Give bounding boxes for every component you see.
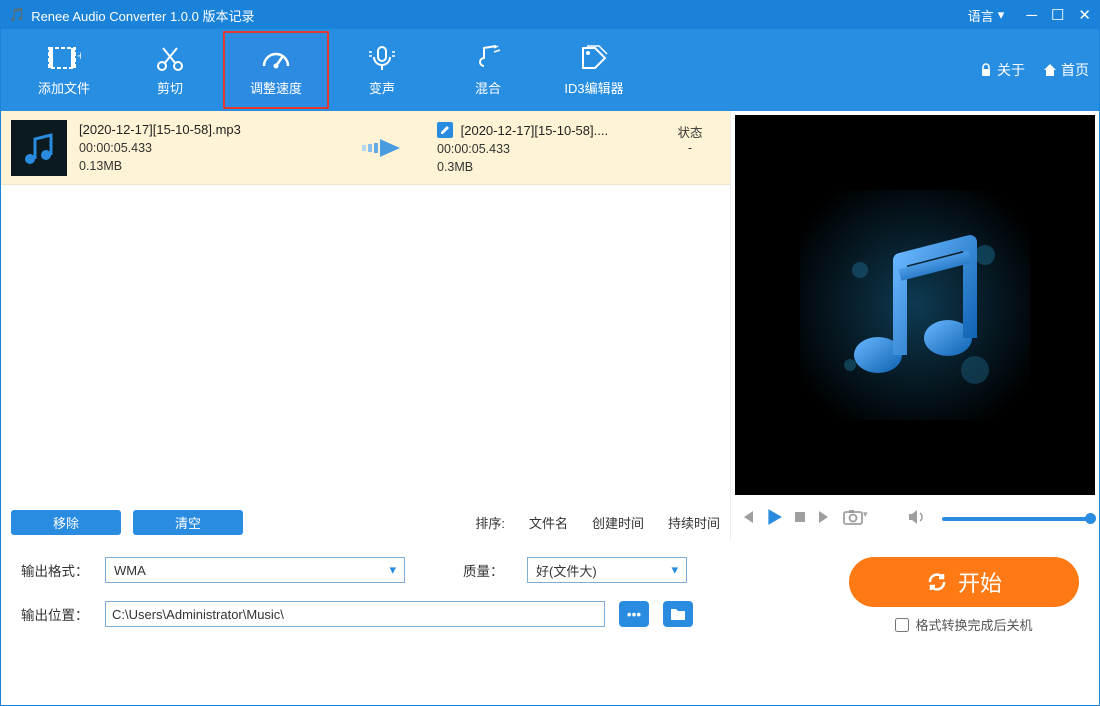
sort-by-duration[interactable]: 持续时间 [668,513,720,532]
output-format-combo[interactable]: WMA ▾ [105,557,405,583]
stop-button[interactable] [793,510,807,529]
tags-icon [579,44,609,72]
remove-button[interactable]: 移除 [11,510,121,535]
microphone-icon [367,44,397,72]
preview-artwork-icon [800,190,1030,420]
refresh-icon [926,571,948,593]
file-list: [2020-12-17][15-10-58].mp3 00:00:05.433 … [1,111,731,541]
quality-combo[interactable]: 好(文件大) ▾ [527,557,687,583]
clear-button[interactable]: 清空 [133,510,243,535]
output-format-value: WMA [114,563,146,578]
output-settings: 输出格式： WMA ▾ 质量： 好(文件大) ▾ 输出位置： C:\Users\… [1,541,1099,644]
shutdown-checkbox[interactable]: 格式转换完成后关机 [895,615,1032,634]
output-location-label: 输出位置： [21,604,91,624]
toolbar-add-file[interactable]: +▾ 添加文件 [11,31,117,109]
toolbar-voice-label: 变声 [369,78,395,97]
sort-label: 排序: [475,513,505,532]
start-button[interactable]: 开始 [849,557,1079,607]
language-selector[interactable]: 语言 ▾ [968,6,1005,25]
toolbar-cut-label: 剪切 [157,78,183,97]
toolbar-voice[interactable]: 变声 [329,31,435,109]
language-label: 语言 [968,6,994,25]
content-area: [2020-12-17][15-10-58].mp3 00:00:05.433 … [1,111,1099,541]
toolbar-speed[interactable]: 调整速度 [223,31,329,109]
source-duration: 00:00:05.433 [79,141,339,155]
maximize-button[interactable]: ☐ [1051,6,1064,24]
quality-value: 好(文件大) [536,561,597,580]
home-link[interactable]: 首页 [1043,60,1089,80]
toolbar-id3[interactable]: ID3编辑器 [541,31,647,109]
chevron-down-icon: ▾ [998,7,1005,23]
app-title: Renee Audio Converter 1.0.0 版本记录 [31,6,254,25]
output-location-value: C:\Users\Administrator\Music\ [112,607,284,622]
dest-size: 0.3MB [437,160,660,174]
shutdown-label: 格式转换完成后关机 [915,615,1032,634]
play-button[interactable] [765,508,783,531]
folder-icon [670,607,686,621]
home-icon [1043,63,1057,77]
toolbar-id3-label: ID3编辑器 [564,78,623,97]
app-logo-icon: 🎵 [9,7,25,23]
edit-icon[interactable] [437,122,453,138]
list-action-bar: 移除 清空 排序: 文件名 创建时间 持续时间 [1,504,730,541]
output-location-input[interactable]: C:\Users\Administrator\Music\ [105,601,605,627]
source-size: 0.13MB [79,159,339,173]
preview-screen [735,115,1095,495]
lock-icon [979,63,993,77]
audio-thumbnail-icon [20,129,58,167]
output-format-label: 输出格式： [21,560,91,580]
dest-duration: 00:00:05.433 [437,142,660,156]
about-link[interactable]: 关于 [979,60,1025,80]
quality-label: 质量： [463,560,513,580]
browse-folder-button[interactable] [663,601,693,627]
file-thumbnail [11,120,67,176]
next-button[interactable] [817,509,833,530]
snapshot-button[interactable]: ▾ [843,509,868,530]
status-header: 状态 [660,122,720,141]
arrow-icon [353,122,417,174]
filmstrip-plus-icon: +▾ [47,44,81,72]
volume-slider[interactable] [942,517,1091,521]
chevron-down-icon: ▾ [671,562,678,578]
player-controls: ▾ [735,495,1095,537]
toolbar-mix[interactable]: 混合 [435,31,541,109]
toolbar-cut[interactable]: 剪切 [117,31,223,109]
scissors-icon [155,44,185,72]
sort-by-created[interactable]: 创建时间 [592,513,644,532]
prev-button[interactable] [739,509,755,530]
title-bar: 🎵 Renee Audio Converter 1.0.0 版本记录 语言 ▾ … [1,1,1099,29]
toolbar-speed-label: 调整速度 [250,78,302,97]
toolbar-mix-label: 混合 [475,78,501,97]
close-button[interactable]: ✕ [1078,6,1091,24]
gauge-icon [260,44,292,72]
home-label: 首页 [1061,60,1089,80]
minimize-button[interactable]: ─ [1026,7,1037,24]
more-options-button[interactable]: ••• [619,601,649,627]
start-button-label: 开始 [958,566,1002,598]
preview-panel: ▾ [731,111,1099,541]
file-row[interactable]: [2020-12-17][15-10-58].mp3 00:00:05.433 … [1,111,730,185]
about-label: 关于 [997,60,1025,80]
source-file-name: [2020-12-17][15-10-58].mp3 [79,122,339,137]
volume-icon[interactable] [908,509,926,530]
main-toolbar: +▾ 添加文件 剪切 调整速度 变声 混合 ID3编辑器 关于 首页 [1,29,1099,111]
chevron-down-icon: ▾ [389,562,396,578]
music-note-icon [474,44,502,72]
shutdown-checkbox-input[interactable] [895,618,909,632]
sort-by-name[interactable]: 文件名 [529,513,568,532]
toolbar-add-file-label: 添加文件 [38,78,90,97]
dest-file-name: [2020-12-17][15-10-58].... [437,122,660,138]
svg-text:+▾: +▾ [77,48,81,63]
status-value: - [660,141,720,155]
